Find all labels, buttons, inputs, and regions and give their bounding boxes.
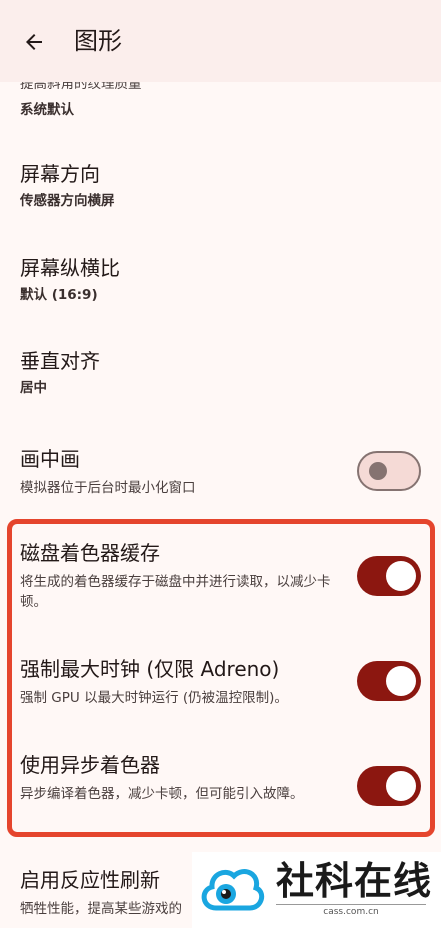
vertical-align-value: 居中	[20, 380, 47, 396]
shader-cache-desc: 将生成的着色器缓存于磁盘中并进行读取，以减少卡顿。	[20, 574, 331, 610]
watermark: 社科在线 cass.com.cn	[192, 852, 441, 928]
max-clock-toggle[interactable]	[357, 661, 421, 701]
arrow-back-icon	[26, 34, 42, 50]
watermark-url: cass.com.cn	[276, 904, 426, 918]
async-shader-toggle-knob	[386, 771, 416, 801]
max-clock-desc: 强制 GPU 以最大时钟运行 (仍被温控限制)。	[20, 690, 288, 706]
max-clock-item[interactable]: 强制最大时钟 (仅限 Adreno) 强制 GPU 以最大时钟运行 (仍被温控限…	[20, 656, 341, 708]
pip-label: 画中画	[20, 447, 80, 471]
async-shader-label: 使用异步着色器	[20, 753, 160, 777]
pip-item[interactable]: 画中画 模拟器位于后台时最小化窗口	[20, 446, 341, 498]
screen-orientation-value: 传感器方向横屏	[20, 193, 115, 209]
pip-desc: 模拟器位于后台时最小化窗口	[20, 480, 196, 496]
screen-orientation-item[interactable]: 屏幕方向 传感器方向横屏	[20, 161, 421, 211]
async-shader-toggle[interactable]	[357, 766, 421, 806]
watermark-name: 社科在线	[276, 859, 433, 903]
page-title: 图形	[74, 27, 122, 55]
shader-cache-label: 磁盘着色器缓存	[20, 541, 160, 565]
aspect-ratio-value: 默认 (16:9)	[20, 287, 98, 303]
screen-orientation-label: 屏幕方向	[20, 162, 100, 186]
shader-cache-toggle[interactable]	[357, 556, 421, 596]
pip-toggle[interactable]	[357, 451, 421, 491]
vertical-align-label: 垂直对齐	[20, 349, 100, 373]
aspect-ratio-item[interactable]: 屏幕纵横比 默认 (16:9)	[20, 255, 421, 305]
vertical-align-item[interactable]: 垂直对齐 居中	[20, 348, 421, 398]
app-bar: 图形	[0, 0, 441, 82]
cloud-eye-logo-icon	[201, 869, 265, 911]
shader-cache-item[interactable]: 磁盘着色器缓存 将生成的着色器缓存于磁盘中并进行读取，以减少卡顿。	[20, 540, 341, 612]
max-clock-toggle-knob	[386, 666, 416, 696]
settings-list: 提高斜角的纹理质量 系统默认 屏幕方向 传感器方向横屏 屏幕纵横比 默认 (16…	[0, 0, 441, 928]
max-clock-label: 强制最大时钟 (仅限 Adreno)	[20, 657, 280, 681]
back-button[interactable]	[14, 24, 54, 60]
texture-quality-value: 系统默认	[20, 102, 74, 118]
aspect-ratio-label: 屏幕纵横比	[20, 256, 120, 280]
shader-cache-toggle-knob	[386, 561, 416, 591]
async-shader-desc: 异步编译着色器，减少卡顿，但可能引入故障。	[20, 786, 304, 802]
async-shader-item[interactable]: 使用异步着色器 异步编译着色器，减少卡顿，但可能引入故障。	[20, 752, 341, 804]
pip-toggle-knob	[369, 462, 387, 480]
